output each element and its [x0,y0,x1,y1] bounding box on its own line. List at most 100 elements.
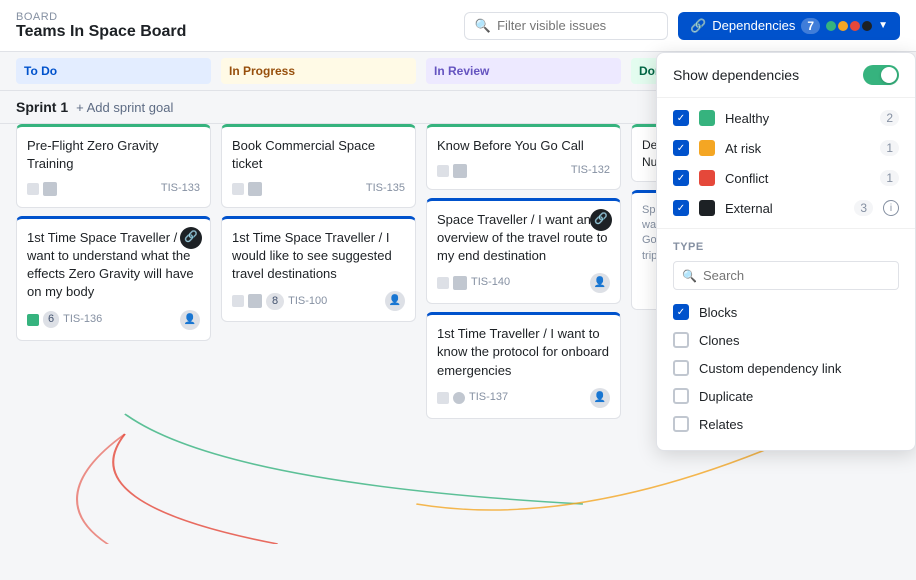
type-checkbox-clones[interactable] [673,332,689,348]
card-priority-icon [453,164,467,178]
link-icon-badge: 🔗 [590,209,612,231]
dep-count-badge: 7 [801,18,820,34]
header-left: BOARD Teams In Space Board [16,11,186,41]
card-type-icon [232,183,244,195]
dep-type-healthy[interactable]: ✓ Healthy 2 [673,110,899,133]
col-header-inreview: In Review [426,58,621,84]
column-inreview: Know Before You Go Call TIS-132 🔗 Space … [426,124,621,544]
dependencies-button[interactable]: 🔗 Dependencies 7 ▼ [678,12,900,40]
dep-name-external: External [725,201,844,216]
card-id: TIS-133 [161,181,200,196]
header-right: 🔍 🔗 Dependencies 7 ▼ [464,12,900,40]
sprint-name: Sprint 1 [16,99,68,115]
filter-input[interactable] [497,18,657,33]
card-type-icon [232,295,244,307]
dep-button-label: Dependencies [712,18,795,33]
card-footer: TIS-132 [437,163,610,178]
avatar: 👤 [590,273,610,293]
card-footer: 8 TIS-100 👤 [232,291,405,311]
board-title: Teams In Space Board [16,23,186,41]
type-row-relates[interactable]: Relates [673,410,899,438]
dep-name-conflict: Conflict [725,171,870,186]
show-dep-label: Show dependencies [673,67,799,83]
card-title: 1st Time Space Traveller / I would like … [232,229,405,284]
card-tis136: 🔗 1st Time Space Traveller / I want to u… [16,216,211,341]
dep-type-external[interactable]: ✓ External 3 i [673,193,899,216]
card-id: TIS-137 [469,390,508,405]
card-priority-icon [43,182,57,196]
card-footer: TIS-133 [27,181,200,196]
type-row-duplicate[interactable]: Duplicate [673,382,899,410]
type-checkbox-blocks[interactable]: ✓ [673,304,689,320]
card-id: TIS-100 [288,294,327,309]
type-search-box[interactable]: 🔍 [673,261,899,290]
type-search-input[interactable] [703,268,890,283]
type-section: TYPE 🔍 ✓ Blocks Clones Custom dependency… [657,228,915,450]
card-type-icon [437,392,449,404]
dep-name-atrisk: At risk [725,141,870,156]
board-label: BOARD [16,11,186,23]
toggle-thumb [881,67,897,83]
card-type-icon [27,183,39,195]
dep-count-atrisk: 1 [880,140,899,156]
dependencies-dropdown: Show dependencies ✓ Healthy 2 ✓ At risk … [656,52,916,451]
dep-checkbox-conflict[interactable]: ✓ [673,170,689,186]
card-type-icon [437,165,449,177]
type-row-custom[interactable]: Custom dependency link [673,354,899,382]
link-icon-badge: 🔗 [180,227,202,249]
card-meta [27,182,57,196]
card-tis137: 1st Time Traveller / I want to know the … [426,312,621,419]
header: BOARD Teams In Space Board 🔍 🔗 Dependenc… [0,0,916,52]
sprint1-badge: 6 [43,311,59,328]
column-inprogress: Book Commercial Space ticket TIS-135 1st… [221,124,416,544]
card-id: TIS-136 [63,312,102,327]
dot-red [850,21,860,31]
type-checkbox-relates[interactable] [673,416,689,432]
link-icon: 🔗 [690,18,706,34]
dot-yellow [838,21,848,31]
card-title: 1st Time Space Traveller / I want to und… [27,229,200,302]
col-header-todo: To Do [16,58,211,84]
dep-count-external: 3 [854,200,873,216]
type-section-label: TYPE [673,241,899,253]
dep-type-atrisk[interactable]: ✓ At risk 1 [673,133,899,163]
card-meta-left: TIS-137 [437,390,508,405]
card-type-icon [27,314,39,326]
card-meta-left: TIS-140 [437,275,510,290]
card-title: Pre-Flight Zero Gravity Training [27,137,200,173]
color-dots [826,21,872,31]
avatar: 👤 [385,291,405,311]
col-header-inprogress: In Progress [221,58,416,84]
card-title: 1st Time Traveller / I want to know the … [437,325,610,380]
type-name-clones: Clones [699,333,739,348]
type-row-clones[interactable]: Clones [673,326,899,354]
add-sprint-goal[interactable]: + Add sprint goal [76,100,173,115]
card-priority-icon [248,182,262,196]
dep-type-conflict[interactable]: ✓ Conflict 1 [673,163,899,193]
card-tis135: Book Commercial Space ticket TIS-135 [221,124,416,208]
dep-swatch-atrisk [699,140,715,156]
type-checkbox-duplicate[interactable] [673,388,689,404]
dep-checkbox-healthy[interactable]: ✓ [673,110,689,126]
dep-count-conflict: 1 [880,170,899,186]
show-dep-section: Show dependencies [657,53,915,97]
type-name-relates: Relates [699,417,743,432]
card-tis133: Pre-Flight Zero Gravity Training TIS-133 [16,124,211,208]
dep-checkbox-external[interactable]: ✓ [673,200,689,216]
card-meta [232,182,262,196]
dep-count-healthy: 2 [880,110,899,126]
type-checkbox-custom[interactable] [673,360,689,376]
card-status-icon [453,392,465,404]
dep-swatch-healthy [699,110,715,126]
card-title: Space Traveller / I want an overview of … [437,211,610,266]
dep-checkbox-atrisk[interactable]: ✓ [673,140,689,156]
card-id: TIS-135 [366,181,405,196]
type-row-blocks[interactable]: ✓ Blocks [673,298,899,326]
column-todo: Pre-Flight Zero Gravity Training TIS-133… [16,124,211,544]
card-title: Know Before You Go Call [437,137,610,155]
card-id: TIS-140 [471,275,510,290]
show-dep-toggle[interactable] [863,65,899,85]
card-title: Book Commercial Space ticket [232,137,405,173]
filter-input-container[interactable]: 🔍 [464,12,668,40]
card-type-icon [437,277,449,289]
